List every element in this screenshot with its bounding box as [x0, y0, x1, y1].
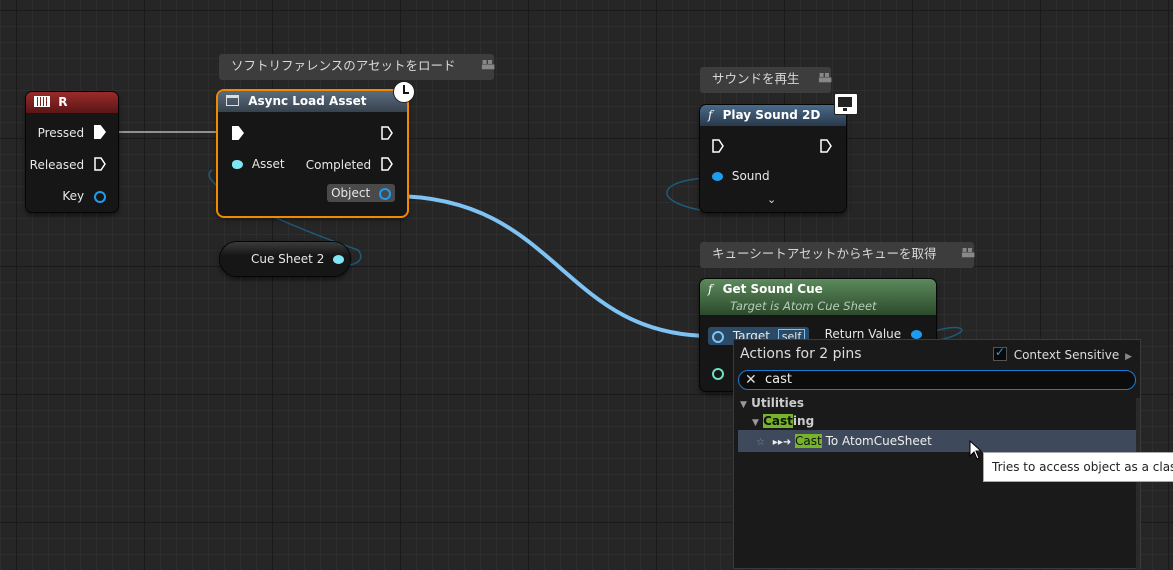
object-pin-icon	[712, 172, 723, 181]
object-wire	[391, 194, 713, 338]
object-pin-icon	[911, 330, 922, 339]
expand-chevron-icon[interactable]: ⌄	[767, 193, 776, 206]
pin-asset[interactable]: Asset	[232, 157, 285, 171]
pin-extra[interactable]	[712, 366, 724, 380]
mouse-cursor-icon	[969, 440, 983, 460]
favorite-star-icon[interactable]: ☆	[756, 437, 765, 448]
comment-grip-icon: ▪▪ ▀▀	[482, 57, 495, 74]
node-async-load-asset[interactable]: Async Load Asset Asset Completed Object	[218, 81, 415, 216]
exec-in-pin[interactable]	[232, 126, 244, 140]
comment-get-cue[interactable]: キューシートアセットからキューを取得 ▪▪ ▀▀	[700, 242, 974, 268]
expanded-arrow-icon: ▼	[740, 400, 747, 410]
keyboard-icon	[34, 96, 50, 107]
action-item-cast-to-atomcuesheet[interactable]: ☆ ▸▸➜ Cast To AtomCueSheet	[738, 430, 1138, 452]
function-icon: f	[708, 108, 713, 122]
client-only-icon	[834, 93, 858, 115]
checkbox-checked-icon: ✓	[992, 345, 1007, 361]
search-input[interactable]: cast	[765, 371, 792, 389]
exec-pin-icon	[94, 157, 106, 171]
node-keyboard-r[interactable]: R Pressed Released Key	[26, 92, 118, 212]
latent-clock-icon	[393, 81, 415, 103]
expanded-arrow-icon: ▼	[752, 418, 759, 428]
cast-node-icon: ▸▸➜	[772, 437, 792, 448]
function-node-icon	[226, 95, 239, 106]
name-pin-icon	[712, 367, 724, 380]
node-subtitle: Target is Atom Cue Sheet	[730, 299, 877, 313]
node-cue-sheet-variable[interactable]: Cue Sheet 2	[220, 242, 350, 276]
node-header: f Get Sound Cue Target is Atom Cue Sheet	[700, 279, 936, 315]
exec-pin-icon	[94, 125, 106, 139]
popup-title: Actions for 2 pins	[740, 346, 862, 362]
comment-async-load[interactable]: ソフトリファレンスのアセットをロード ▪▪ ▀▀	[219, 54, 494, 80]
comment-grip-icon: ▪▪ ▀▀	[962, 245, 975, 262]
exec-out-pin[interactable]	[820, 139, 832, 153]
exec-pin-icon	[381, 157, 393, 171]
category-utilities[interactable]: ▼ Utilities	[740, 396, 804, 410]
object-pin-icon	[379, 187, 391, 200]
pin-sound[interactable]: Sound	[712, 169, 770, 183]
chevron-right-icon: ▶	[1125, 352, 1132, 362]
context-sensitive-toggle[interactable]: ✓ Context Sensitive ▶	[992, 345, 1132, 362]
exec-in-pin[interactable]	[712, 139, 724, 153]
node-header: R	[26, 92, 118, 113]
comment-play-sound[interactable]: サウンドを再生 ▪▪ ▀▀	[700, 67, 831, 93]
node-header: f Play Sound 2D	[700, 105, 846, 126]
soft-ref-pin-icon	[333, 255, 345, 264]
struct-pin-icon	[94, 190, 106, 203]
pin-key[interactable]: Key	[62, 189, 106, 203]
object-pin-icon	[712, 330, 724, 343]
clear-search-icon[interactable]: ✕	[745, 371, 757, 389]
pin-released[interactable]: Released	[30, 157, 106, 172]
exec-out-pin[interactable]	[381, 126, 393, 140]
popup-scrollbar[interactable]	[1136, 398, 1140, 570]
search-box[interactable]: ✕ cast	[738, 370, 1136, 390]
node-play-sound-2d[interactable]: f Play Sound 2D Sound ⌄	[700, 93, 858, 212]
comment-grip-icon: ▪▪ ▀▀	[819, 70, 832, 87]
pin-pressed[interactable]: Pressed	[38, 125, 106, 140]
function-icon: f	[708, 282, 713, 296]
soft-ref-pin-icon	[232, 160, 243, 169]
tooltip: Tries to access object as a class 'A	[983, 452, 1173, 482]
pin-completed[interactable]: Completed	[306, 157, 393, 172]
node-header: Async Load Asset	[218, 91, 407, 112]
pin-object[interactable]: Object	[327, 184, 395, 202]
category-casting[interactable]: ▼ Casting	[752, 414, 814, 428]
